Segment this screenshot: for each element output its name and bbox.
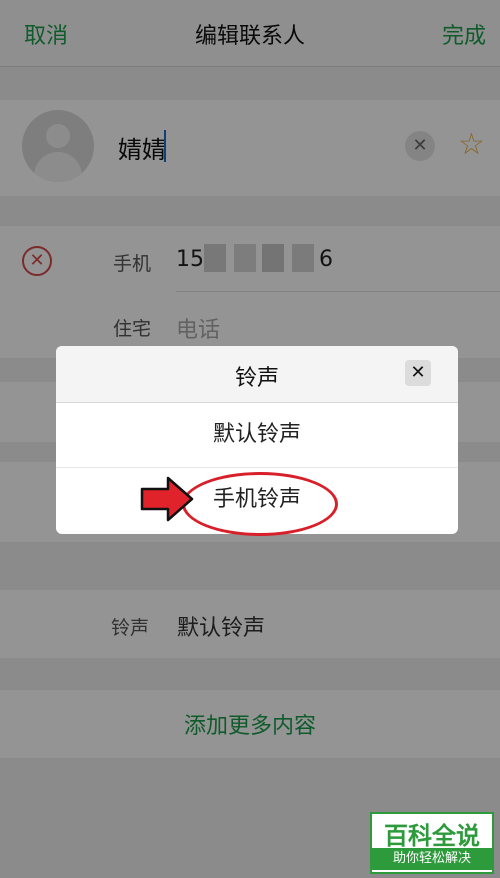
close-icon[interactable]: ✕ bbox=[405, 360, 431, 386]
watermark-logo: 百科全说 助你轻松解决 bbox=[370, 812, 494, 874]
dialog-title: 铃声 bbox=[234, 366, 279, 391]
watermark-subtitle: 助你轻松解决 bbox=[372, 848, 492, 870]
arrow-right-icon bbox=[140, 476, 194, 522]
watermark-title: 百科全说 bbox=[384, 822, 480, 850]
option-default-ringtone[interactable]: 默认铃声 bbox=[56, 403, 458, 467]
highlight-ellipse bbox=[182, 472, 338, 536]
